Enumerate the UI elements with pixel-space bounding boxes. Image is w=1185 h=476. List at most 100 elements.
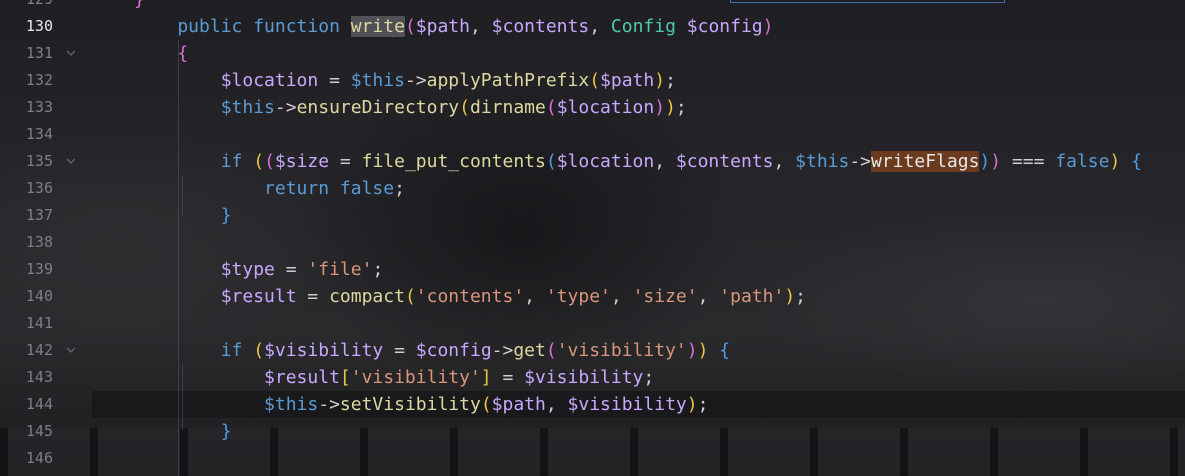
gutter-row[interactable]: 144 bbox=[0, 391, 92, 418]
code-line-text: $result = compact('contents', 'type', 's… bbox=[134, 283, 806, 310]
gutter-row[interactable]: 138 bbox=[0, 229, 92, 256]
code-token: -> bbox=[274, 97, 297, 118]
code-token: ( bbox=[545, 97, 557, 118]
code-token: , bbox=[545, 394, 568, 415]
gutter-row[interactable]: 140 bbox=[0, 283, 92, 310]
code-line-text: if ($visibility = $config->get('visibili… bbox=[134, 337, 730, 364]
code-token: === bbox=[1001, 151, 1056, 172]
gutter-row[interactable]: 133 bbox=[0, 94, 92, 121]
code-token: setVisibility bbox=[339, 394, 481, 415]
code-line[interactable]: public function write($path, $contents, … bbox=[92, 13, 1185, 40]
code-token: = bbox=[274, 259, 308, 280]
code-line[interactable]: $this->ensureDirectory(dirname($location… bbox=[92, 94, 1185, 121]
code-line[interactable]: } bbox=[92, 418, 1185, 445]
code-token: if bbox=[134, 340, 254, 361]
line-number: 136 bbox=[25, 179, 53, 197]
code-line[interactable]: $result = compact('contents', 'type', 's… bbox=[92, 283, 1185, 310]
code-token: ; bbox=[795, 286, 806, 307]
gutter-row[interactable]: 141 bbox=[0, 310, 92, 337]
code-token: $type bbox=[134, 259, 275, 280]
gutter-row[interactable]: 131 bbox=[0, 40, 92, 67]
code-line[interactable]: if (($size = file_put_contents($location… bbox=[92, 148, 1185, 175]
code-token: ( bbox=[545, 340, 557, 361]
code-token: } bbox=[134, 0, 145, 10]
code-token: $result bbox=[134, 367, 340, 388]
gutter-row[interactable]: 143 bbox=[0, 364, 92, 391]
code-line[interactable]: return false; bbox=[92, 175, 1185, 202]
code-token: ( bbox=[253, 340, 265, 361]
code-line-text: $this->ensureDirectory(dirname($location… bbox=[134, 94, 687, 121]
current-code-line[interactable]: $this->setVisibility($path, $visibility)… bbox=[92, 391, 1185, 418]
code-line[interactable]: $location = $this->applyPathPrefix($path… bbox=[92, 67, 1185, 94]
code-token: ; bbox=[372, 259, 384, 280]
gutter-row[interactable]: 142 bbox=[0, 337, 92, 364]
chevron-down-icon[interactable] bbox=[65, 344, 79, 356]
code-token: ( bbox=[545, 151, 557, 172]
gutter-row[interactable]: 135 bbox=[0, 148, 92, 175]
code-line[interactable]: if ($visibility = $config->get('visibili… bbox=[92, 337, 1185, 364]
code-token: { bbox=[719, 340, 731, 361]
code-token: $visibility bbox=[567, 394, 687, 415]
indent-guide bbox=[182, 175, 183, 215]
gutter-row[interactable]: 130 bbox=[0, 13, 92, 40]
gutter-row[interactable]: 132 bbox=[0, 67, 92, 94]
code-line[interactable]: { bbox=[92, 40, 1185, 67]
code-token: , bbox=[654, 151, 676, 172]
code-token: -> bbox=[318, 394, 340, 415]
code-token: ) bbox=[697, 340, 709, 361]
code-token: -> bbox=[404, 70, 427, 91]
gutter-row[interactable]: 134 bbox=[0, 121, 92, 148]
code-line[interactable] bbox=[92, 121, 1185, 148]
code-token: ( bbox=[404, 16, 416, 37]
line-number: 132 bbox=[25, 71, 53, 89]
code-line[interactable] bbox=[92, 229, 1185, 256]
code-token: dirname bbox=[469, 97, 546, 118]
code-line-text: $this->setVisibility($path, $visibility)… bbox=[134, 391, 708, 418]
code-token: writeFlags bbox=[871, 151, 980, 172]
code-token: ) bbox=[979, 151, 991, 172]
code-token: $contents bbox=[491, 16, 590, 37]
code-token: $config bbox=[686, 16, 763, 37]
gutter-row[interactable]: 139 bbox=[0, 256, 92, 283]
code-token: = bbox=[491, 367, 525, 388]
code-token: , bbox=[524, 286, 546, 307]
code-token: 'contents' bbox=[415, 286, 525, 307]
code-token: ) bbox=[762, 16, 774, 37]
code-editor[interactable]: 129 130 131 132 133 134 135 136 137 138 139 140 141 1… bbox=[0, 0, 1185, 476]
code-token: false bbox=[1055, 151, 1110, 172]
code-area[interactable]: } public function write($path, $contents… bbox=[92, 0, 1185, 476]
chevron-down-icon[interactable] bbox=[65, 155, 79, 167]
code-token: write bbox=[350, 16, 405, 37]
code-line[interactable]: } bbox=[92, 0, 1185, 13]
code-token: 'path' bbox=[719, 286, 785, 307]
gutter-row[interactable]: 129 bbox=[0, 0, 92, 13]
line-number-gutter[interactable]: 129 130 131 132 133 134 135 136 137 138 139 140 141 1… bbox=[0, 0, 92, 476]
code-token: $this bbox=[795, 151, 850, 172]
code-token: ] bbox=[480, 367, 492, 388]
code-line[interactable] bbox=[92, 445, 1185, 472]
code-line[interactable]: $type = 'file'; bbox=[92, 256, 1185, 283]
code-token: , bbox=[469, 16, 492, 37]
gutter-row[interactable]: 146 bbox=[0, 445, 92, 472]
code-token: ( bbox=[264, 151, 275, 172]
gutter-row[interactable]: 137 bbox=[0, 202, 92, 229]
line-number: 131 bbox=[25, 44, 53, 62]
line-number: 143 bbox=[25, 368, 53, 386]
code-token: file_put_contents bbox=[361, 151, 546, 172]
code-token: 'file' bbox=[307, 259, 373, 280]
gutter-row[interactable]: 145 bbox=[0, 418, 92, 445]
chevron-down-icon[interactable] bbox=[65, 47, 79, 59]
gutter-row[interactable]: 136 bbox=[0, 175, 92, 202]
code-line[interactable] bbox=[92, 310, 1185, 337]
line-number: 129 bbox=[0, 0, 53, 13]
line-number: 142 bbox=[25, 341, 53, 359]
code-token: = bbox=[383, 340, 416, 361]
code-line[interactable]: } bbox=[92, 202, 1185, 229]
code-line[interactable]: $result['visibility'] = $visibility; bbox=[92, 364, 1185, 391]
code-token: { bbox=[1131, 151, 1142, 172]
code-token: ( bbox=[480, 394, 492, 415]
code-token: ) bbox=[686, 394, 698, 415]
line-number: 139 bbox=[25, 260, 53, 278]
